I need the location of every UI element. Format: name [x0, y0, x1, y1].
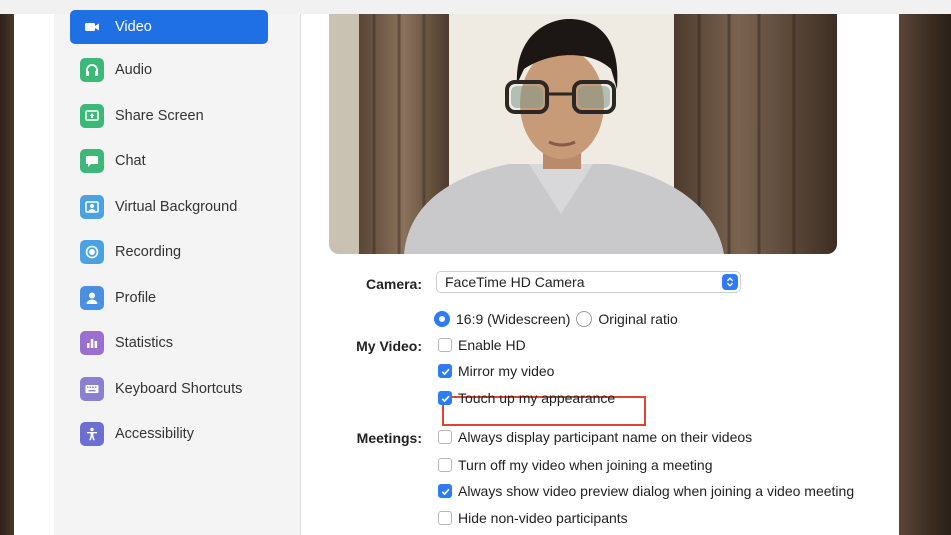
original-ratio-label[interactable]: Original ratio	[598, 311, 677, 327]
background-right	[899, 0, 951, 535]
sidebar-item-label: Keyboard Shortcuts	[115, 381, 243, 397]
checkmark-icon	[441, 395, 450, 402]
display-name-checkbox[interactable]	[438, 430, 452, 444]
radio-widescreen[interactable]	[434, 311, 450, 327]
enable-hd-option[interactable]: Enable HD	[438, 337, 526, 353]
turn-off-video-checkbox[interactable]	[438, 458, 452, 472]
chat-bubble-icon	[80, 149, 104, 173]
touch-up-checkbox[interactable]	[438, 391, 452, 405]
checkmark-icon	[441, 368, 450, 375]
background-left	[0, 0, 14, 535]
mirror-label[interactable]: Mirror my video	[458, 363, 554, 379]
virtual-background-icon	[80, 195, 104, 219]
hide-non-video-option[interactable]: Hide non-video participants	[438, 510, 628, 526]
checkmark-icon	[441, 488, 450, 495]
sidebar-item-recording[interactable]: Recording	[70, 235, 268, 269]
sidebar-item-profile[interactable]: Profile	[70, 281, 268, 315]
display-name-option[interactable]: Always display participant name on their…	[438, 429, 752, 445]
show-preview-option[interactable]: Always show video preview dialog when jo…	[438, 483, 854, 499]
video-camera-icon	[80, 15, 104, 39]
touch-up-label[interactable]: Touch up my appearance	[458, 390, 615, 406]
sidebar-item-accessibility[interactable]: Accessibility	[70, 417, 268, 451]
camera-select-value: FaceTime HD Camera	[445, 274, 585, 290]
statistics-icon	[80, 331, 104, 355]
display-name-label[interactable]: Always display participant name on their…	[458, 429, 752, 445]
video-preview	[329, 14, 837, 254]
accessibility-icon	[80, 422, 104, 446]
sidebar-item-label: Audio	[115, 62, 153, 78]
sidebar-item-video[interactable]: Video	[70, 10, 268, 44]
turn-off-video-option[interactable]: Turn off my video when joining a meeting	[438, 457, 712, 473]
sidebar-item-audio[interactable]: Audio	[70, 53, 268, 87]
sidebar-item-chat[interactable]: Chat	[70, 144, 268, 178]
share-screen-icon	[80, 104, 104, 128]
show-preview-checkbox[interactable]	[438, 484, 452, 498]
profile-icon	[80, 286, 104, 310]
enable-hd-label[interactable]: Enable HD	[458, 337, 526, 353]
sidebar-item-label: Virtual Background	[115, 199, 238, 215]
sidebar-item-label: Profile	[115, 290, 157, 306]
sidebar-item-label: Accessibility	[115, 426, 194, 442]
widescreen-label[interactable]: 16:9 (Widescreen)	[456, 311, 570, 327]
camera-label: Camera:	[365, 276, 422, 292]
aspect-ratio-group: 16:9 (Widescreen) Original ratio	[434, 311, 678, 327]
mirror-checkbox[interactable]	[438, 364, 452, 378]
meetings-label: Meetings:	[356, 430, 422, 446]
settings-window: Video Audio Share Screen Chat Virtual Ba	[14, 10, 899, 535]
sidebar-item-label: Statistics	[115, 335, 174, 351]
my-video-label: My Video:	[356, 338, 422, 354]
show-preview-label[interactable]: Always show video preview dialog when jo…	[458, 483, 854, 499]
headphones-icon	[80, 58, 104, 82]
sidebar-item-virtual-background[interactable]: Virtual Background	[70, 190, 268, 224]
sidebar-item-share-screen[interactable]: Share Screen	[70, 99, 268, 133]
turn-off-video-label[interactable]: Turn off my video when joining a meeting	[458, 457, 712, 473]
settings-sidebar: Video Audio Share Screen Chat Virtual Ba	[54, 10, 301, 535]
keyboard-icon	[80, 377, 104, 401]
sidebar-item-label: Chat	[115, 153, 146, 169]
radio-original-ratio[interactable]	[576, 311, 593, 327]
touch-up-option[interactable]: Touch up my appearance	[438, 390, 615, 406]
record-icon	[80, 240, 104, 264]
sidebar-item-label: Share Screen	[115, 108, 204, 124]
camera-select[interactable]: FaceTime HD Camera	[436, 271, 741, 293]
sidebar-item-statistics[interactable]: Statistics	[70, 326, 268, 360]
hide-non-video-label[interactable]: Hide non-video participants	[458, 510, 628, 526]
enable-hd-checkbox[interactable]	[438, 338, 452, 352]
mirror-option[interactable]: Mirror my video	[438, 363, 554, 379]
chevron-updown-icon	[722, 274, 738, 290]
sidebar-item-label: Recording	[115, 244, 182, 260]
hide-non-video-checkbox[interactable]	[438, 511, 452, 525]
sidebar-item-label: Video	[115, 19, 152, 35]
sidebar-item-keyboard-shortcuts[interactable]: Keyboard Shortcuts	[70, 372, 268, 406]
